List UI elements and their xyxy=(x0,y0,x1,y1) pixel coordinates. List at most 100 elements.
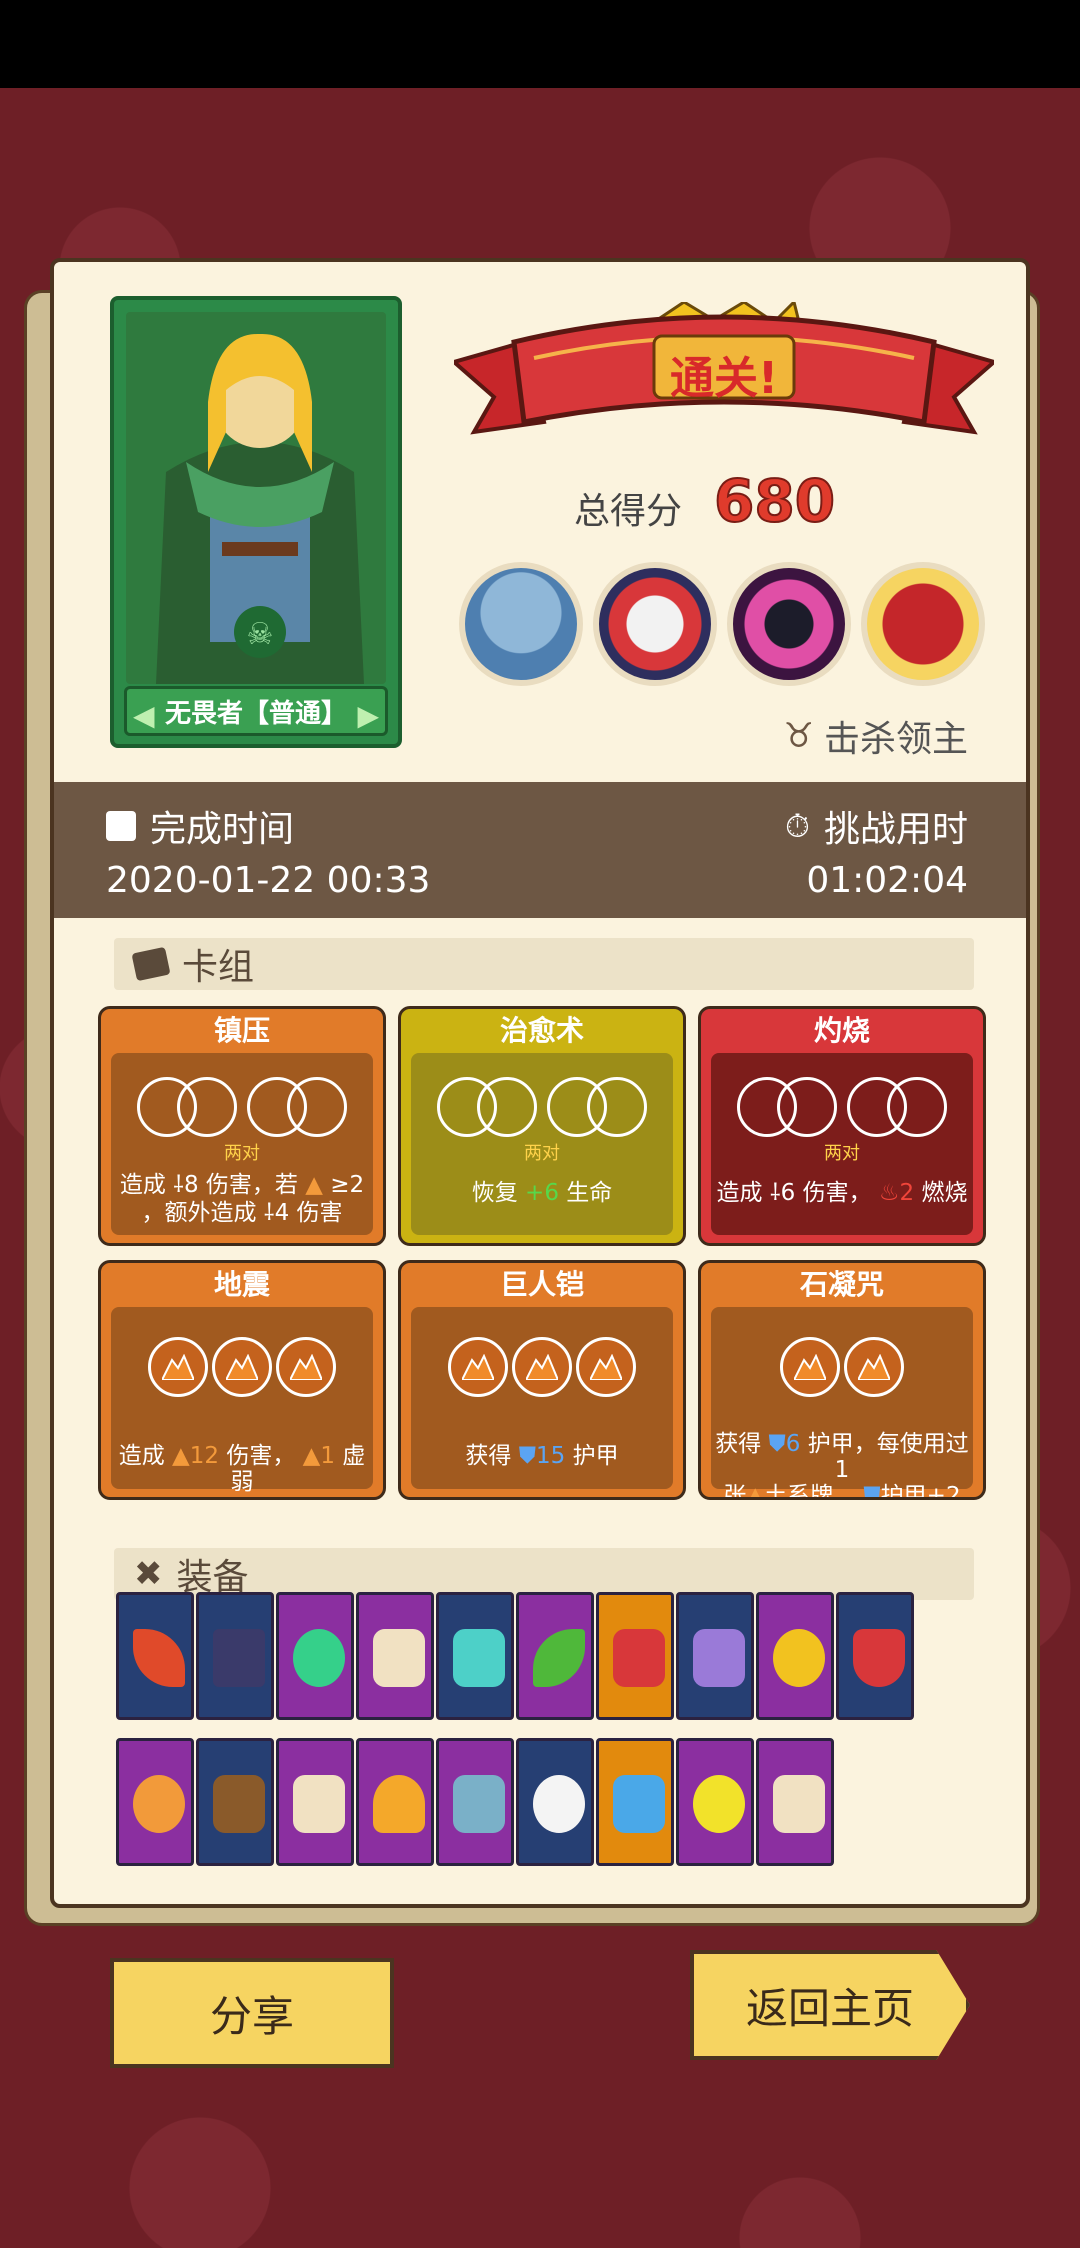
earth-element-slots xyxy=(411,1337,673,1397)
boss-portrait[interactable] xyxy=(727,562,851,686)
bone-icon: ✖ xyxy=(134,1554,163,1594)
earth-icon xyxy=(276,1337,336,1397)
shield-icon: ⛊ xyxy=(518,1443,536,1469)
equipment-horn-icon[interactable] xyxy=(196,1738,274,1866)
status-bar xyxy=(0,0,1080,88)
earth-icon: ▲ xyxy=(746,1483,765,1500)
card-body: 获得 ⛊15 护甲 xyxy=(411,1307,673,1489)
boss-portrait[interactable] xyxy=(593,562,717,686)
kill-boss-label: ♉ 击杀领主 xyxy=(784,710,969,762)
card-title: 治愈术 xyxy=(499,1014,584,1047)
equipment-chest-icon[interactable] xyxy=(436,1592,514,1720)
earth-icon xyxy=(212,1337,272,1397)
earth-icon xyxy=(576,1337,636,1397)
card-title: 石凝咒 xyxy=(799,1268,884,1301)
sword-icon: ⸸ xyxy=(263,1200,275,1226)
fire-icon: ♨ xyxy=(878,1180,900,1206)
equipment-helmet-icon[interactable] xyxy=(596,1592,674,1720)
equipment-dice-icon[interactable] xyxy=(676,1738,754,1866)
card-description: 造成 ▲12 伤害， ▲1 虚弱 xyxy=(118,1443,366,1495)
card-body: 两对 恢复 +6 生命 xyxy=(411,1053,673,1235)
card-description: 获得 ⛊15 护甲 xyxy=(465,1443,619,1469)
stopwatch-icon: ⏱ xyxy=(785,806,810,845)
equipment-orb-icon[interactable] xyxy=(276,1592,354,1720)
equipment-tophat-icon[interactable] xyxy=(196,1592,274,1720)
earth-element-slots xyxy=(711,1337,973,1397)
earth-icon xyxy=(448,1337,508,1397)
chevron-right-icon[interactable]: ▶ xyxy=(357,699,379,732)
equipment-dagger-icon[interactable] xyxy=(116,1592,194,1720)
card-description: 获得 ⛊6 护甲，每使用过1 张▲土系牌， ⛊护甲+2 xyxy=(715,1431,969,1500)
complete-time-header: 完成时间 xyxy=(106,800,294,852)
cards-icon xyxy=(131,946,171,982)
share-button[interactable]: 分享 xyxy=(110,1958,394,2068)
equipment-shield-icon[interactable] xyxy=(836,1592,914,1720)
duration-header: ⏱ 挑战用时 xyxy=(785,800,968,852)
card-body: 获得 ⛊6 护甲，每使用过1 张▲土系牌， ⛊护甲+2 xyxy=(711,1307,973,1497)
card-body: 两对 造成 ⸸6 伤害， ♨2 燃烧 xyxy=(711,1053,973,1235)
complete-time-label: 完成时间 xyxy=(150,809,295,850)
card-requirement: 两对 xyxy=(224,1143,260,1164)
card-title: 灼烧 xyxy=(813,1014,870,1047)
equipment-ring-icon[interactable] xyxy=(756,1592,834,1720)
kill-boss-text: 击杀领主 xyxy=(823,719,968,760)
boss-portraits xyxy=(459,562,985,686)
banner-title: 通关! xyxy=(669,353,779,404)
earth-element-slots xyxy=(111,1337,373,1397)
skill-card[interactable]: 灼烧 两对 造成 ⸸6 伤害， ♨2 燃烧 xyxy=(698,1006,986,1246)
equipment-row-1 xyxy=(116,1592,916,1720)
skill-card[interactable]: 镇压 两对 造成 ⸸8 伤害，若 ▲ ≥2 ，额外造成 ⸸4 伤害 xyxy=(98,1006,386,1246)
equipment-row-2 xyxy=(116,1738,836,1866)
skill-card[interactable]: 地震 造成 ▲12 伤害， ▲1 虚弱 xyxy=(98,1260,386,1500)
dice-slots xyxy=(711,1077,973,1137)
sword-icon: ⸸ xyxy=(769,1180,781,1206)
sword-icon: ⸸ xyxy=(173,1172,184,1198)
chevron-left-icon[interactable]: ◀ xyxy=(133,699,155,732)
equipment-scroll-icon[interactable] xyxy=(356,1592,434,1720)
duration-value: 01:02:04 xyxy=(806,860,968,901)
horned-skull-icon: ♉ xyxy=(783,716,814,756)
time-strip: 完成时间 2020-01-22 00:33 ⏱ 挑战用时 01:02:04 xyxy=(54,782,1026,918)
earth-icon xyxy=(512,1337,572,1397)
deck-section-label: 卡组 xyxy=(182,947,255,988)
calendar-icon xyxy=(106,811,136,841)
duration-label: 挑战用时 xyxy=(823,809,968,850)
card-requirement: 两对 xyxy=(524,1143,560,1164)
clear-banner: 通关! xyxy=(449,299,999,452)
hero-portrait: ☠ xyxy=(126,312,386,684)
earth-icon: ▲ xyxy=(305,1172,323,1198)
svg-text:☠: ☠ xyxy=(247,617,274,652)
hero-name: 无畏者【普通】 xyxy=(164,698,347,729)
equipment-boot-icon[interactable] xyxy=(676,1592,754,1720)
result-board: ☠ ◀ 无畏者【普通】 ▶ 通关! 总得分 680 ♉ 击杀领主 完成时间 20… xyxy=(50,258,1030,1908)
equipment-flame-icon[interactable] xyxy=(356,1738,434,1866)
card-description: 恢复 +6 生命 xyxy=(471,1180,613,1206)
equipment-fruit-icon[interactable] xyxy=(116,1738,194,1866)
score-value: 680 xyxy=(713,466,836,536)
hero-card[interactable]: ☠ ◀ 无畏者【普通】 ▶ xyxy=(110,296,402,748)
equipment-scroll-icon[interactable] xyxy=(276,1738,354,1866)
hero-name-plate: ◀ 无畏者【普通】 ▶ xyxy=(124,686,388,736)
boss-portrait[interactable] xyxy=(459,562,583,686)
earth-icon xyxy=(844,1337,904,1397)
deck-cards: 镇压 两对 造成 ⸸8 伤害，若 ▲ ≥2 ，额外造成 ⸸4 伤害 治愈术 两对… xyxy=(98,1006,998,1500)
dice-slots xyxy=(411,1077,673,1137)
card-title: 地震 xyxy=(213,1268,270,1301)
equipment-crystal-icon[interactable] xyxy=(596,1738,674,1866)
score-label: 总得分 xyxy=(574,491,683,532)
card-title: 镇压 xyxy=(213,1014,270,1047)
return-home-button[interactable]: 返回主页 xyxy=(690,1950,970,2060)
card-body: 两对 造成 ⸸8 伤害，若 ▲ ≥2 ，额外造成 ⸸4 伤害 xyxy=(111,1053,373,1235)
earth-icon xyxy=(780,1337,840,1397)
boss-portrait[interactable] xyxy=(861,562,985,686)
shield-icon: ⛊ xyxy=(863,1483,881,1500)
equipment-skull-icon[interactable] xyxy=(516,1738,594,1866)
skill-card[interactable]: 石凝咒 获得 ⛊6 护甲，每使用过1 张▲土系牌， ⛊护甲+2 xyxy=(698,1260,986,1500)
equipment-cleaver-icon[interactable] xyxy=(436,1738,514,1866)
equipment-scroll-icon[interactable] xyxy=(756,1738,834,1866)
skill-card[interactable]: 治愈术 两对 恢复 +6 生命 xyxy=(398,1006,686,1246)
skill-card[interactable]: 巨人铠 获得 ⛊15 护甲 xyxy=(398,1260,686,1500)
card-description: 造成 ⸸6 伤害， ♨2 燃烧 xyxy=(716,1180,968,1206)
shield-icon: ⛊ xyxy=(768,1431,786,1457)
equipment-leaf-icon[interactable] xyxy=(516,1592,594,1720)
